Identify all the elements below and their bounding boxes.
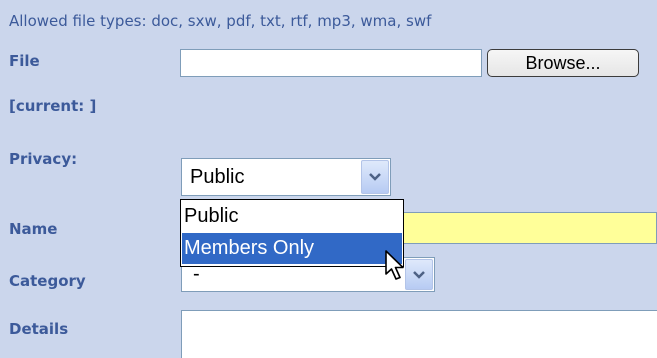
- name-input[interactable]: [404, 212, 657, 244]
- file-path-input[interactable]: [180, 49, 482, 77]
- details-label: Details: [9, 320, 69, 338]
- current-file-label: [current: ]: [9, 97, 97, 115]
- privacy-option-public[interactable]: Public: [182, 201, 402, 232]
- privacy-select[interactable]: Public: [181, 158, 391, 196]
- privacy-option-members-only[interactable]: Members Only: [182, 233, 402, 264]
- allowed-file-types-text: Allowed file types: doc, sxw, pdf, txt, …: [9, 12, 432, 30]
- privacy-label: Privacy:: [9, 150, 78, 168]
- browse-button[interactable]: Browse...: [487, 49, 639, 77]
- privacy-dropdown-button[interactable]: [361, 160, 389, 194]
- mouse-cursor-icon: [385, 250, 404, 280]
- file-label: File: [9, 52, 40, 70]
- category-label: Category: [9, 272, 86, 290]
- privacy-dropdown-list: Public Members Only: [180, 199, 404, 267]
- details-textarea[interactable]: [181, 310, 657, 358]
- upload-form-panel: Allowed file types: doc, sxw, pdf, txt, …: [0, 0, 657, 358]
- name-label: Name: [9, 220, 58, 238]
- chevron-down-icon: [369, 173, 381, 181]
- privacy-selected-value: Public: [190, 166, 245, 188]
- chevron-down-icon: [413, 270, 425, 279]
